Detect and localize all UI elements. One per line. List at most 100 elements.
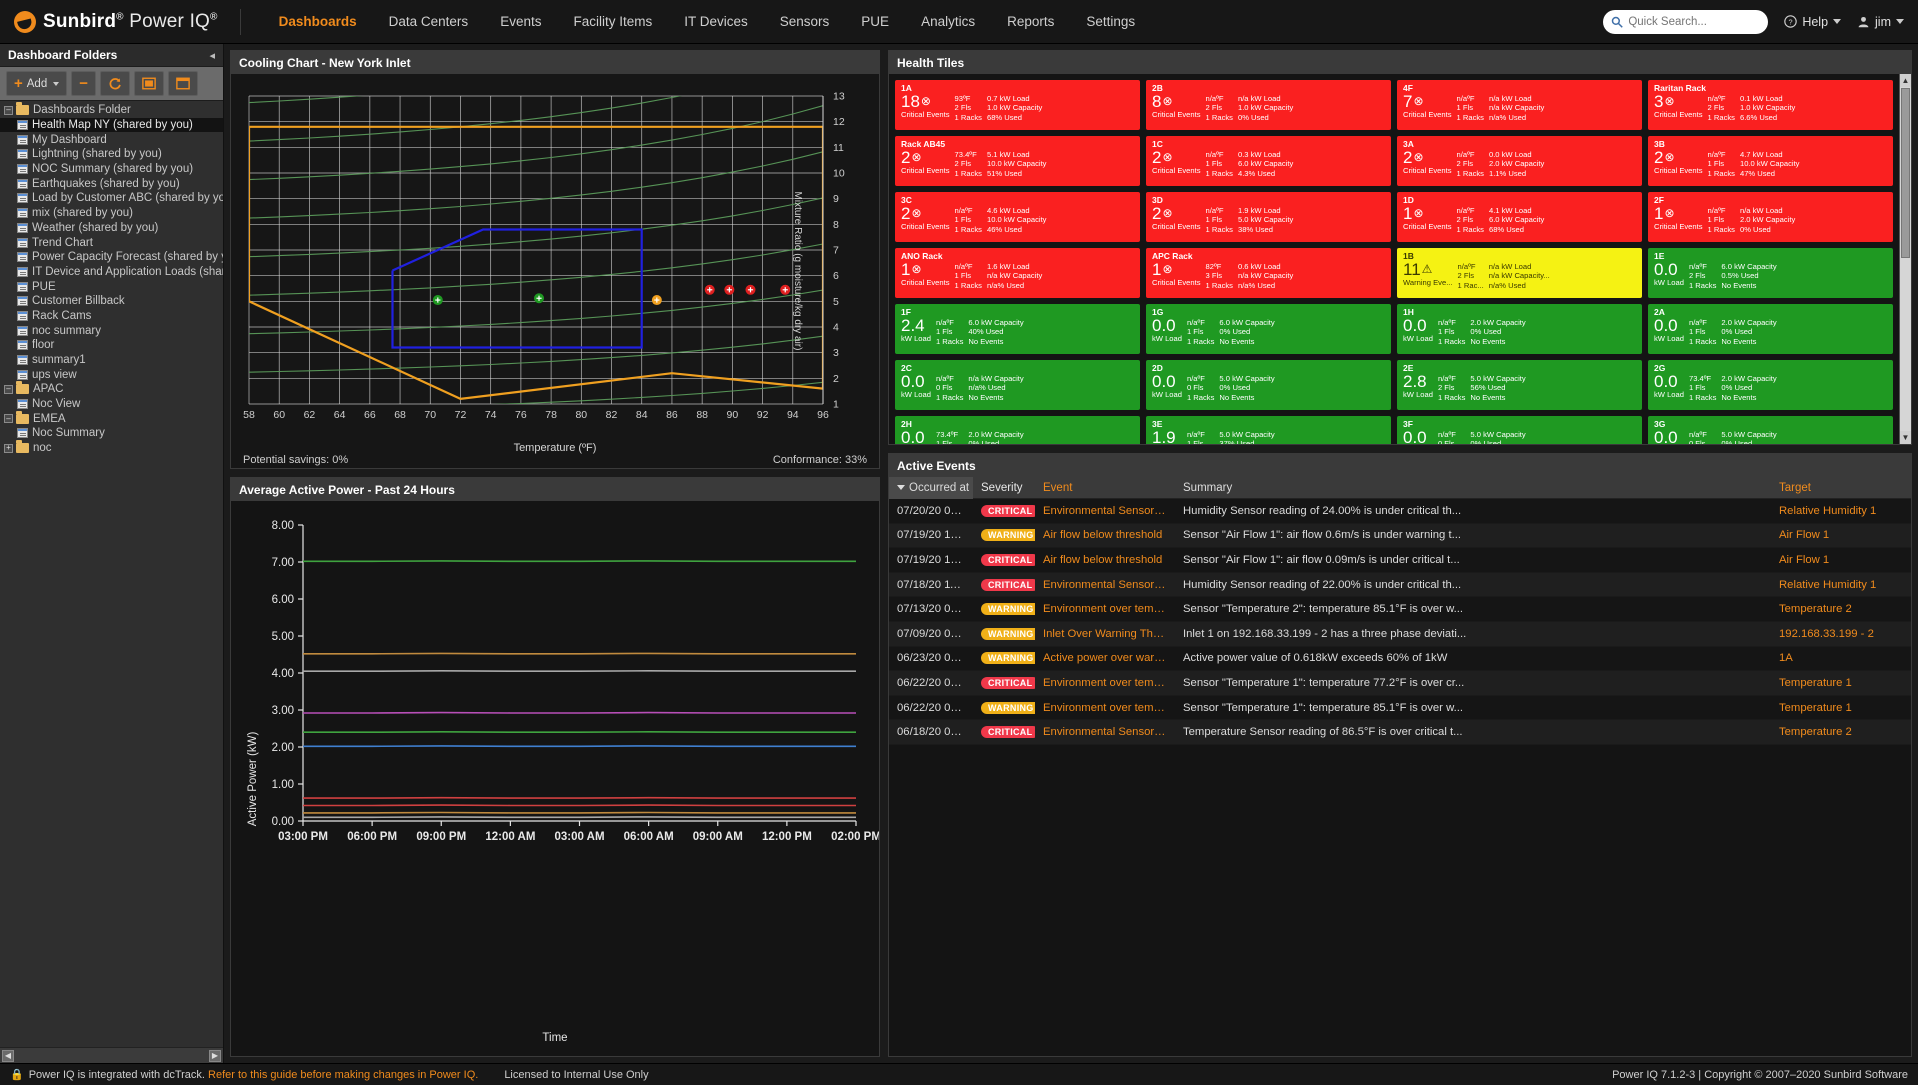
- collapse-toggle-icon[interactable]: –: [4, 385, 13, 394]
- health-tile[interactable]: 2E2.8kW Loadn/aºF2 Fls1 Racks5.0 kW Capa…: [1397, 360, 1642, 410]
- health-tile[interactable]: 4F7⊗Critical Eventsn/aºF1 Fls1 Racksn/a …: [1397, 80, 1642, 130]
- fullscreen-button[interactable]: [168, 71, 198, 96]
- nav-item-data-centers[interactable]: Data Centers: [373, 0, 485, 44]
- column-header-target[interactable]: Target: [1771, 482, 1911, 494]
- tree-dashboard-item[interactable]: My Dashboard: [0, 132, 223, 147]
- health-tile[interactable]: 2G0.0kW Load73.4ºF1 Fls1 Racks2.0 kW Cap…: [1648, 360, 1893, 410]
- event-row[interactable]: 07/13/20 04:14:...WARNINGEnvironment ove…: [889, 597, 1911, 622]
- psychrometric-chart[interactable]: 5860626466687072747678808284868890929496…: [231, 74, 879, 468]
- tree-folder-item[interactable]: +noc: [0, 441, 223, 456]
- tree-dashboard-item[interactable]: Weather (shared by you): [0, 221, 223, 236]
- scroll-up-icon[interactable]: ▲: [1900, 74, 1911, 87]
- health-tile[interactable]: 1F2.4kW Loadn/aºF1 Fls1 Racks6.0 kW Capa…: [895, 304, 1140, 354]
- event-row[interactable]: 06/22/20 06:00:...CRITICALEnvironment ov…: [889, 671, 1911, 696]
- health-tile[interactable]: 3A2⊗Critical Eventsn/aºF2 Fls1 Racks0.0 …: [1397, 136, 1642, 186]
- tree-dashboard-item[interactable]: Earthquakes (shared by you): [0, 176, 223, 191]
- sidebar-collapse-icon[interactable]: ◂: [209, 49, 215, 62]
- health-tile[interactable]: Rack AB452⊗Critical Events73.4ºF2 Fls1 R…: [895, 136, 1140, 186]
- event-row[interactable]: 07/19/20 10:46:...WARNINGAir flow below …: [889, 524, 1911, 549]
- health-tile[interactable]: 2B8⊗Critical Eventsn/aºF2 Fls1 Racksn/a …: [1146, 80, 1391, 130]
- guide-link[interactable]: Refer to this guide before making change…: [208, 1069, 478, 1081]
- event-row[interactable]: 07/20/20 07:27:...CRITICALEnvironmental …: [889, 499, 1911, 524]
- refresh-button[interactable]: [100, 71, 130, 96]
- health-tile[interactable]: 3F0.0kW Loadn/aºF0 Fls1 Racks5.0 kW Capa…: [1397, 416, 1642, 444]
- scroll-right-icon[interactable]: ▶: [209, 1050, 221, 1062]
- event-row[interactable]: 07/19/20 10:46:...CRITICALAir flow below…: [889, 548, 1911, 573]
- column-header-occurred-at[interactable]: Occurred at: [889, 477, 973, 499]
- health-tile[interactable]: 3G0.0kW Loadn/aºF0 Fls1 Racks5.0 kW Capa…: [1648, 416, 1893, 444]
- tree-dashboard-item[interactable]: Trend Chart: [0, 235, 223, 250]
- dashboard-folder-tree[interactable]: –Dashboards FolderHealth Map NY (shared …: [0, 101, 223, 1047]
- tree-folder-item[interactable]: –Dashboards Folder: [0, 103, 223, 118]
- health-tile[interactable]: APC Rack1⊗Critical Events82ºF3 Fls1 Rack…: [1146, 248, 1391, 298]
- user-menu[interactable]: jim: [1857, 15, 1904, 29]
- tree-dashboard-item[interactable]: Rack Cams: [0, 309, 223, 324]
- event-row[interactable]: 06/22/20 04:47:...WARNINGEnvironment ove…: [889, 696, 1911, 721]
- event-row[interactable]: 06/23/20 09:06:...WARNINGActive power ov…: [889, 647, 1911, 672]
- nav-item-sensors[interactable]: Sensors: [764, 0, 846, 44]
- event-row[interactable]: 07/09/20 02:22:...WARNINGInlet Over Warn…: [889, 622, 1911, 647]
- column-header-severity[interactable]: Severity: [973, 482, 1035, 494]
- nav-item-dashboards[interactable]: Dashboards: [263, 0, 373, 44]
- health-tile[interactable]: 1G0.0kW Loadn/aºF1 Fls1 Racks6.0 kW Capa…: [1146, 304, 1391, 354]
- health-tile[interactable]: 2C0.0kW Loadn/aºF0 Fls1 Racksn/a kW Capa…: [895, 360, 1140, 410]
- quick-search-box[interactable]: [1603, 10, 1768, 34]
- health-tiles-scrollbar[interactable]: ▲ ▼: [1899, 74, 1911, 444]
- active-power-line-chart[interactable]: 0.001.002.003.004.005.006.007.008.0003:0…: [231, 501, 879, 889]
- health-tile[interactable]: 1A18⊗Critical Events93ºF2 Fls1 Racks0.7 …: [895, 80, 1140, 130]
- tree-dashboard-item[interactable]: floor: [0, 338, 223, 353]
- health-tile[interactable]: 3B2⊗Critical Eventsn/aºF1 Fls1 Racks4.7 …: [1648, 136, 1893, 186]
- nav-item-reports[interactable]: Reports: [991, 0, 1070, 44]
- health-tile[interactable]: 2D0.0kW Loadn/aºF0 Fls1 Racks5.0 kW Capa…: [1146, 360, 1391, 410]
- event-row[interactable]: 07/18/20 11:22:...CRITICALEnvironmental …: [889, 573, 1911, 598]
- health-tile[interactable]: 2F1⊗Critical Eventsn/aºF1 Fls1 Racksn/a …: [1648, 192, 1893, 242]
- nav-item-it-devices[interactable]: IT Devices: [668, 0, 764, 44]
- column-header-event[interactable]: Event: [1035, 482, 1175, 494]
- nav-item-settings[interactable]: Settings: [1070, 0, 1151, 44]
- tree-dashboard-item[interactable]: Noc Summary: [0, 426, 223, 441]
- health-tile[interactable]: 1D1⊗Critical Eventsn/aºF2 Fls1 Racks4.1 …: [1397, 192, 1642, 242]
- health-tile[interactable]: 1C2⊗Critical Eventsn/aºF1 Fls1 Racks0.3 …: [1146, 136, 1391, 186]
- health-tile[interactable]: 1B11⚠Warning Eve...n/aºF2 Fls1 Rac...n/a…: [1397, 248, 1642, 298]
- nav-item-facility-items[interactable]: Facility Items: [557, 0, 668, 44]
- remove-button[interactable]: −: [71, 71, 96, 96]
- tree-dashboard-item[interactable]: Noc View: [0, 397, 223, 412]
- scroll-left-icon[interactable]: ◀: [2, 1050, 14, 1062]
- health-tile[interactable]: 3C2⊗Critical Eventsn/aºF1 Fls1 Racks4.6 …: [895, 192, 1140, 242]
- health-tile[interactable]: Raritan Rack3⊗Critical Eventsn/aºF2 Fls1…: [1648, 80, 1893, 130]
- column-header-summary[interactable]: Summary: [1175, 482, 1771, 494]
- tree-folder-item[interactable]: –APAC: [0, 382, 223, 397]
- scrollbar-thumb[interactable]: [1901, 88, 1910, 258]
- collapse-toggle-icon[interactable]: –: [4, 414, 13, 423]
- add-button[interactable]: + Add: [6, 71, 67, 96]
- tree-dashboard-item[interactable]: noc summary: [0, 323, 223, 338]
- expand-toggle-icon[interactable]: +: [4, 444, 13, 453]
- tree-dashboard-item[interactable]: Customer Billback: [0, 294, 223, 309]
- health-tile[interactable]: 1E0.0kW Loadn/aºF2 Fls1 Racks6.0 kW Capa…: [1648, 248, 1893, 298]
- tree-dashboard-item[interactable]: Health Map NY (shared by you): [0, 118, 223, 133]
- tree-dashboard-item[interactable]: Load by Customer ABC (shared by you): [0, 191, 223, 206]
- slideshow-button[interactable]: [134, 71, 164, 96]
- nav-item-analytics[interactable]: Analytics: [905, 0, 991, 44]
- search-input[interactable]: [1628, 16, 1760, 28]
- health-tile[interactable]: 2H0.0kW Load73.4ºF1 Fls1 Racks2.0 kW Cap…: [895, 416, 1140, 444]
- health-tile[interactable]: 2A0.0kW Loadn/aºF1 Fls1 Racks2.0 kW Capa…: [1648, 304, 1893, 354]
- tree-dashboard-item[interactable]: Lightning (shared by you): [0, 147, 223, 162]
- tree-dashboard-item[interactable]: IT Device and Application Loads (shared …: [0, 265, 223, 280]
- tree-dashboard-item[interactable]: ups view: [0, 367, 223, 382]
- event-row[interactable]: 06/18/20 01:39:...CRITICALEnvironmental …: [889, 720, 1911, 745]
- tree-dashboard-item[interactable]: mix (shared by you): [0, 206, 223, 221]
- tree-dashboard-item[interactable]: Power Capacity Forecast (shared by you): [0, 250, 223, 265]
- nav-item-events[interactable]: Events: [484, 0, 557, 44]
- nav-item-pue[interactable]: PUE: [845, 0, 905, 44]
- health-tile[interactable]: ANO Rack1⊗Critical Eventsn/aºF1 Fls1 Rac…: [895, 248, 1140, 298]
- sidebar-horizontal-scrollbar[interactable]: ◀ ▶: [0, 1047, 223, 1063]
- scroll-down-icon[interactable]: ▼: [1900, 431, 1911, 444]
- tree-dashboard-item[interactable]: PUE: [0, 279, 223, 294]
- tree-dashboard-item[interactable]: NOC Summary (shared by you): [0, 162, 223, 177]
- health-tile[interactable]: 3D2⊗Critical Eventsn/aºF1 Fls1 Racks1.9 …: [1146, 192, 1391, 242]
- help-menu[interactable]: ? Help: [1784, 15, 1841, 29]
- collapse-toggle-icon[interactable]: –: [4, 106, 13, 115]
- tree-dashboard-item[interactable]: summary1: [0, 353, 223, 368]
- health-tile[interactable]: 1H0.0kW Loadn/aºF1 Fls1 Racks2.0 kW Capa…: [1397, 304, 1642, 354]
